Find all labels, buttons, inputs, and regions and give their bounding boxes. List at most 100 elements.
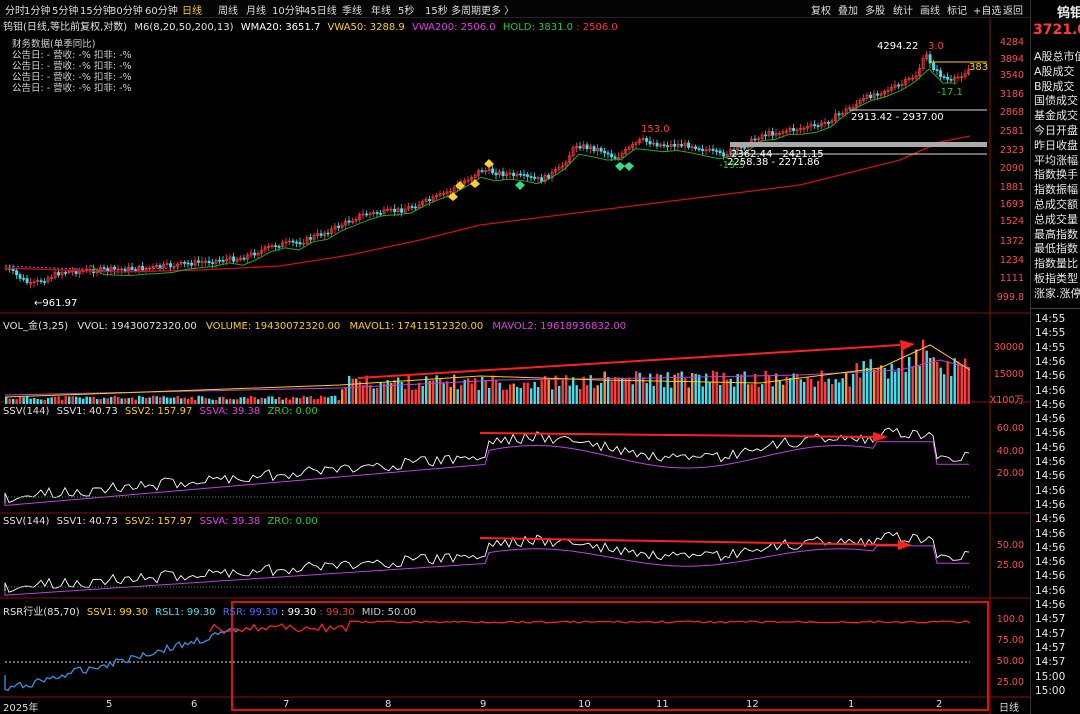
time-axis-label: 6 [191,699,198,710]
volume-bar [869,359,872,404]
volume-bar [915,349,918,404]
volume-bar [404,388,407,404]
volume-bar [610,381,613,404]
volume-bar [841,378,844,404]
volume-bar [460,385,463,404]
candle-body [673,143,677,147]
volume-bar [138,395,141,404]
volume-bar [89,397,92,404]
volume-bar [428,380,431,404]
volume-bar [624,378,627,404]
price-axis-label: 1881 [999,182,1024,193]
volume-bar [680,371,683,404]
ssv2-value: SSV2: 157.97 [124,516,193,527]
volume-bar [533,381,536,404]
volume-bar [313,399,316,404]
volume-bar [908,356,911,404]
volume-bar [197,395,200,404]
candle-body [897,84,901,87]
volume-bar [554,375,557,404]
candle-body [242,257,246,260]
candle-body [337,225,341,228]
volume-bar [320,395,323,404]
volume-bar [267,396,270,404]
candle-body [711,148,715,151]
volume-bar [810,378,813,404]
volume-bar [694,373,697,404]
volume-bar [152,395,155,404]
candle-body [480,170,484,172]
tick-time: 14:56 [1035,456,1066,468]
low-price-value: 961.97 [42,298,78,309]
tick-time: 14:56 [1035,599,1066,611]
quote-field-label: 昨日收盘 [1034,138,1078,152]
volume-bar [127,397,130,404]
neg-mark-2: -17.1 [937,87,963,98]
volume-bar [194,399,197,404]
rsr-header: RSR行业(85,70) SSV1: 99.30 RSL1: 99.30 RSR… [3,603,416,618]
candle-body [113,266,117,270]
volume-bar [369,385,372,404]
volume-bar [159,397,162,404]
candle-body [74,270,78,274]
time-axis-label: 7 [283,699,290,710]
candle-body [529,176,533,178]
tick-time: 14:56 [1035,556,1066,569]
volume-bar [722,372,725,404]
volume-bar [939,367,942,404]
volume-bar [582,376,585,404]
price-axis-label: 3894 [999,54,1024,65]
tick-time: 14:57 [1035,613,1066,626]
volume-bar [635,371,638,404]
volume-bar [509,384,512,404]
candle-body [232,256,236,262]
volume-bar [453,374,456,404]
candle-body [837,113,841,116]
volume-bar [866,367,869,404]
tick-time: 14:57 [1035,641,1066,654]
volume-bar [614,377,617,404]
candle-body [190,262,194,266]
volume-bar [621,377,624,404]
volume-bar [698,374,701,404]
candle-body [410,206,414,208]
ssv-panel-1-ssv1-line [4,427,970,503]
volume-bar [12,398,15,404]
volume-bar [572,377,575,404]
candle-body [253,252,257,256]
volume-bar [19,396,22,404]
volume-bar [579,388,582,404]
volume-bar [288,399,291,404]
volume-bar [838,382,841,404]
volume-bar [253,397,256,404]
volume-bar [120,398,123,404]
rsr-ssv1-value: SSV1: 99.30 [86,607,148,618]
volume-bar [393,380,396,404]
volume-bar [113,395,116,404]
volume-bar [645,383,648,404]
volume-bar [474,378,477,404]
rsr-axis-label: 25.00 [996,677,1024,688]
volume-bar [558,385,561,404]
ma200-line [4,135,971,273]
volume-bar [845,372,848,404]
volume-bar [673,374,676,404]
candle-body [662,144,666,147]
volume-bar [600,382,603,404]
candle-body [295,241,299,244]
ssva-value: SSVA: 39.38 [199,516,261,527]
trend-arrow [357,344,901,379]
candle-body [666,145,670,148]
candle-body [942,76,946,78]
tick-time: 14:57 [1035,656,1066,669]
candle-body [11,268,15,272]
volume-bar [449,387,452,404]
candle-body [347,220,351,223]
volume-bar [82,398,85,404]
time-axis-label: 1 [848,699,855,710]
volume-bar [162,396,165,404]
volume-bar [281,399,284,404]
volume-bar [225,399,228,404]
time-axis-label: 10 [578,699,591,710]
volume-bar [516,386,519,404]
